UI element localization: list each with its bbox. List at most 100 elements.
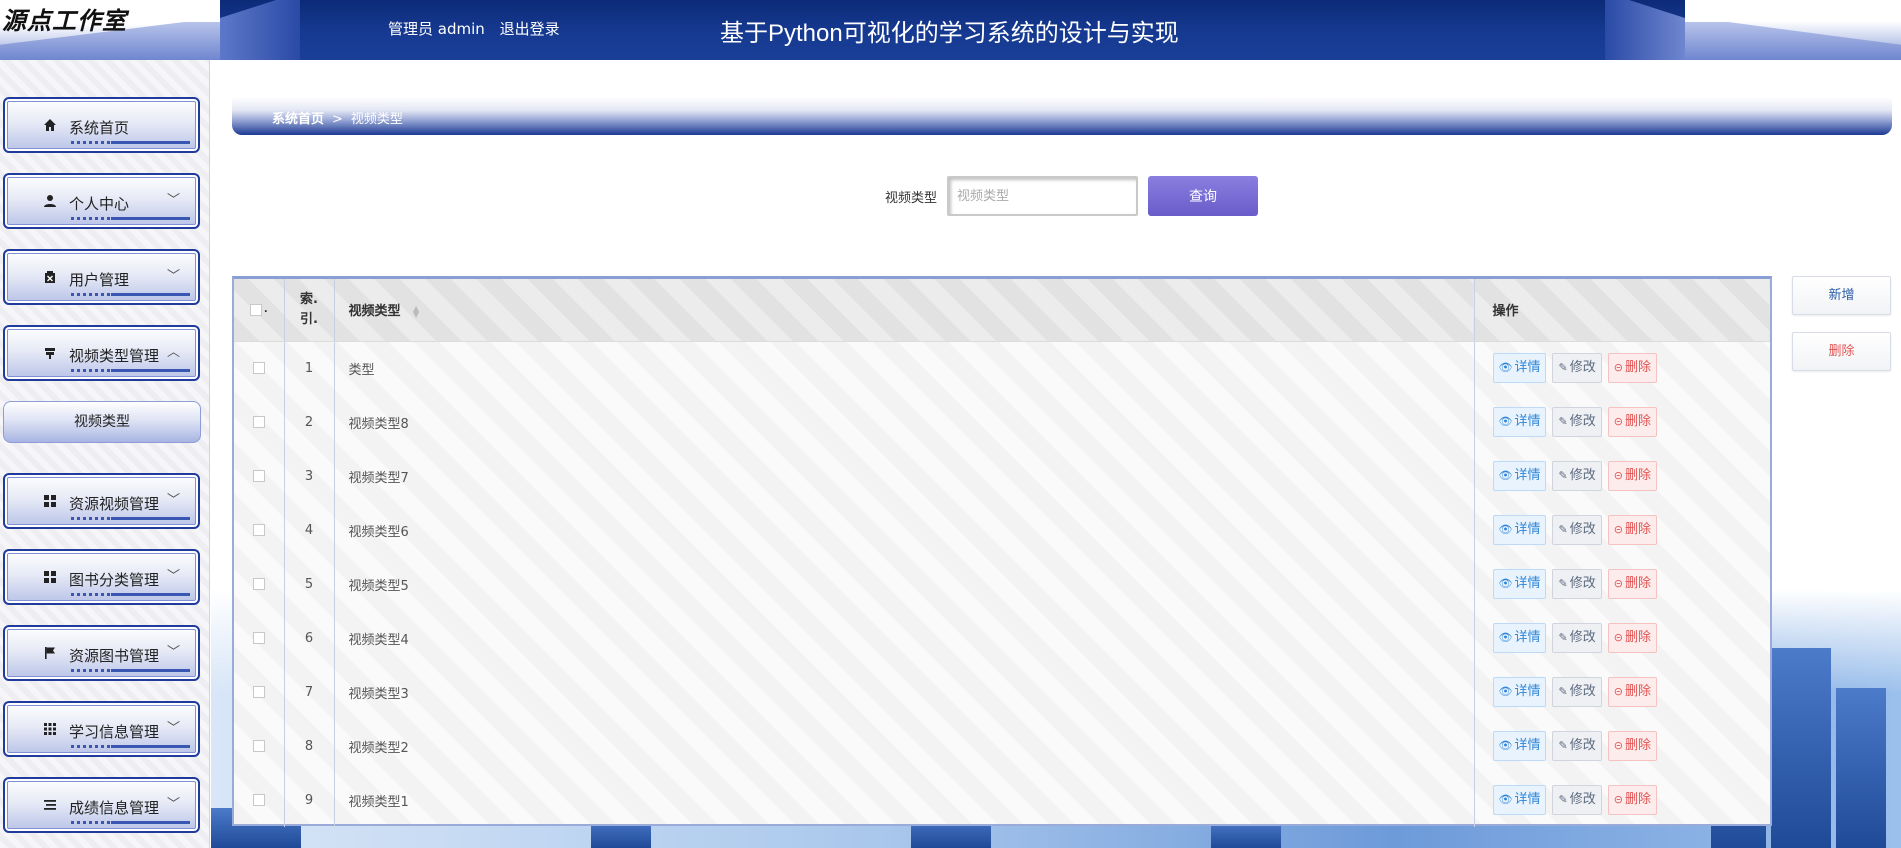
sidebar-item-book-category-management[interactable]: 图书分类管理 ﹀ [3,549,200,605]
minus-circle-icon: ⊝ [1613,523,1623,536]
row-checkbox[interactable] [252,362,265,375]
sidebar-item-resource-video-management[interactable]: 资源视频管理 ﹀ [3,473,200,529]
edit-button[interactable]: ✎ 修改 [1552,353,1602,384]
detail-button[interactable]: 👁 详情 [1492,623,1547,653]
sidebar-item-home[interactable]: 系统首页 [3,97,200,153]
sidebar-item-label: 个人中心 [69,195,130,213]
sidebar-item-study-info-management[interactable]: 学习信息管理 ﹀ [3,701,200,757]
table-header-row: . 索. 引. 视频类型 ▲ ▼ 操作 [234,279,1770,342]
search-input[interactable] [947,176,1138,216]
delete-button[interactable]: ⊝ 删除 [1607,407,1657,437]
detail-label: 详情 [1514,576,1541,591]
menu-decoration-bar [71,669,190,672]
top-header: 源点工作室 管理员 admin 退出登录 基于Python可视化的学习系统的设计… [0,0,1901,60]
detail-button[interactable]: 👁 详情 [1492,785,1547,815]
delete-button[interactable]: ⊝ 删除 [1607,677,1657,707]
edit-button[interactable]: ✎ 修改 [1552,515,1602,545]
delete-label: 删除 [1624,360,1651,376]
sidebar-item-video-type-management[interactable]: 视频类型管理 ︿ [3,325,200,381]
delete-button[interactable]: ⊝ 删除 [1607,569,1657,599]
edit-button[interactable]: ✎ 修改 [1552,407,1602,437]
row-operations: 👁 详情 ✎ 修改 ⊝ 删除 [1474,449,1770,503]
chevron-up-icon: ︿ [166,345,180,360]
sidebar: 系统首页 个人中心 ﹀ 用户管理 ﹀ 视频类型管理 ︿ 视频类型 资源视频管理 … [0,60,210,848]
eye-icon: 👁 [1498,415,1513,428]
detail-button[interactable]: 👁 详情 [1492,461,1547,491]
delete-button[interactable]: ⊝ 删除 [1607,731,1657,761]
detail-button[interactable]: 👁 详情 [1492,515,1547,545]
edit-label: 修改 [1569,468,1596,483]
row-index: 6 [284,611,335,665]
search-button[interactable]: 查询 [1148,176,1258,216]
delete-button[interactable]: ⊝ 删除 [1607,353,1657,384]
row-checkbox[interactable] [252,740,265,752]
edit-label: 修改 [1569,738,1596,753]
add-button[interactable]: 新增 [1792,276,1891,315]
sidebar-item-personal-center[interactable]: 个人中心 ﹀ [3,173,200,229]
minus-circle-icon: ⊝ [1613,739,1623,752]
pencil-icon: ✎ [1558,577,1568,590]
delete-button[interactable]: ⊝ 删除 [1607,785,1657,815]
delete-button[interactable]: ⊝ 删除 [1607,623,1657,653]
apps-icon [42,722,58,738]
row-checkbox[interactable] [252,632,265,644]
sidebar-item-user-management[interactable]: 用户管理 ﹀ [3,249,200,305]
edit-button[interactable]: ✎ 修改 [1552,731,1602,761]
row-checkbox[interactable] [252,416,265,428]
delete-label: 删除 [1624,684,1651,699]
detail-button[interactable]: 👁 详情 [1492,407,1547,437]
row-select-cell [234,395,285,449]
select-all-checkbox[interactable] [249,303,262,316]
header-decoration-right [1605,0,1685,60]
edit-button[interactable]: ✎ 修改 [1552,461,1602,491]
row-checkbox[interactable] [252,686,265,698]
edit-button[interactable]: ✎ 修改 [1552,785,1602,815]
row-operations: 👁 详情 ✎ 修改 ⊝ 删除 [1474,773,1770,827]
batch-delete-button[interactable]: 删除 [1792,332,1891,371]
row-video-type: 视频类型1 [334,773,1475,827]
chevron-down-icon: ﹀ [166,569,180,584]
minus-circle-icon: ⊝ [1613,631,1623,644]
row-checkbox[interactable] [252,470,265,482]
edit-button[interactable]: ✎ 修改 [1552,623,1602,653]
row-checkbox[interactable] [252,578,265,590]
header-video-type[interactable]: 视频类型 ▲ ▼ [334,279,1475,342]
row-operations: 👁 详情 ✎ 修改 ⊝ 删除 [1474,341,1770,395]
pencil-icon: ✎ [1558,793,1568,806]
detail-label: 详情 [1514,630,1541,645]
detail-button[interactable]: 👁 详情 [1492,731,1547,761]
minus-circle-icon: ⊝ [1613,415,1623,428]
detail-button[interactable]: 👁 详情 [1492,677,1547,707]
detail-button[interactable]: 👁 详情 [1492,569,1547,599]
breadcrumb-home-link[interactable]: 系统首页 [272,112,324,127]
eye-icon: 👁 [1498,577,1513,590]
eye-icon: 👁 [1498,469,1513,482]
chevron-down-icon: ﹀ [166,645,180,660]
header-video-type-label: 视频类型 [348,304,401,320]
row-operations: 👁 详情 ✎ 修改 ⊝ 删除 [1474,665,1770,719]
sidebar-item-resource-book-management[interactable]: 资源图书管理 ﹀ [3,625,200,681]
sidebar-subitem-video-type[interactable]: 视频类型 [3,401,201,443]
menu-decoration-bar [71,217,190,220]
chevron-down-icon: ﹀ [166,269,180,284]
user-manage-icon [42,270,58,286]
home-icon [42,118,58,134]
sort-icon[interactable]: ▲ ▼ [413,304,419,318]
pencil-icon: ✎ [1558,685,1568,698]
logout-link[interactable]: 退出登录 [500,20,560,38]
menu-decoration-bar [71,593,190,596]
edit-button[interactable]: ✎ 修改 [1552,677,1602,707]
delete-button[interactable]: ⊝ 删除 [1607,515,1657,545]
detail-label: 详情 [1514,468,1541,483]
sidebar-item-score-info-management[interactable]: 成绩信息管理 ﹀ [3,777,200,833]
row-checkbox[interactable] [252,794,265,806]
edit-label: 修改 [1569,414,1596,429]
row-checkbox[interactable] [252,524,265,536]
menu-decoration-bar [71,821,190,824]
video-type-icon [42,346,58,362]
detail-button[interactable]: 👁 详情 [1492,353,1547,384]
delete-button[interactable]: ⊝ 删除 [1607,461,1657,491]
breadcrumb: 系统首页 > 视频类型 [232,97,1892,135]
minus-circle-icon: ⊝ [1613,793,1623,806]
edit-button[interactable]: ✎ 修改 [1552,569,1602,599]
